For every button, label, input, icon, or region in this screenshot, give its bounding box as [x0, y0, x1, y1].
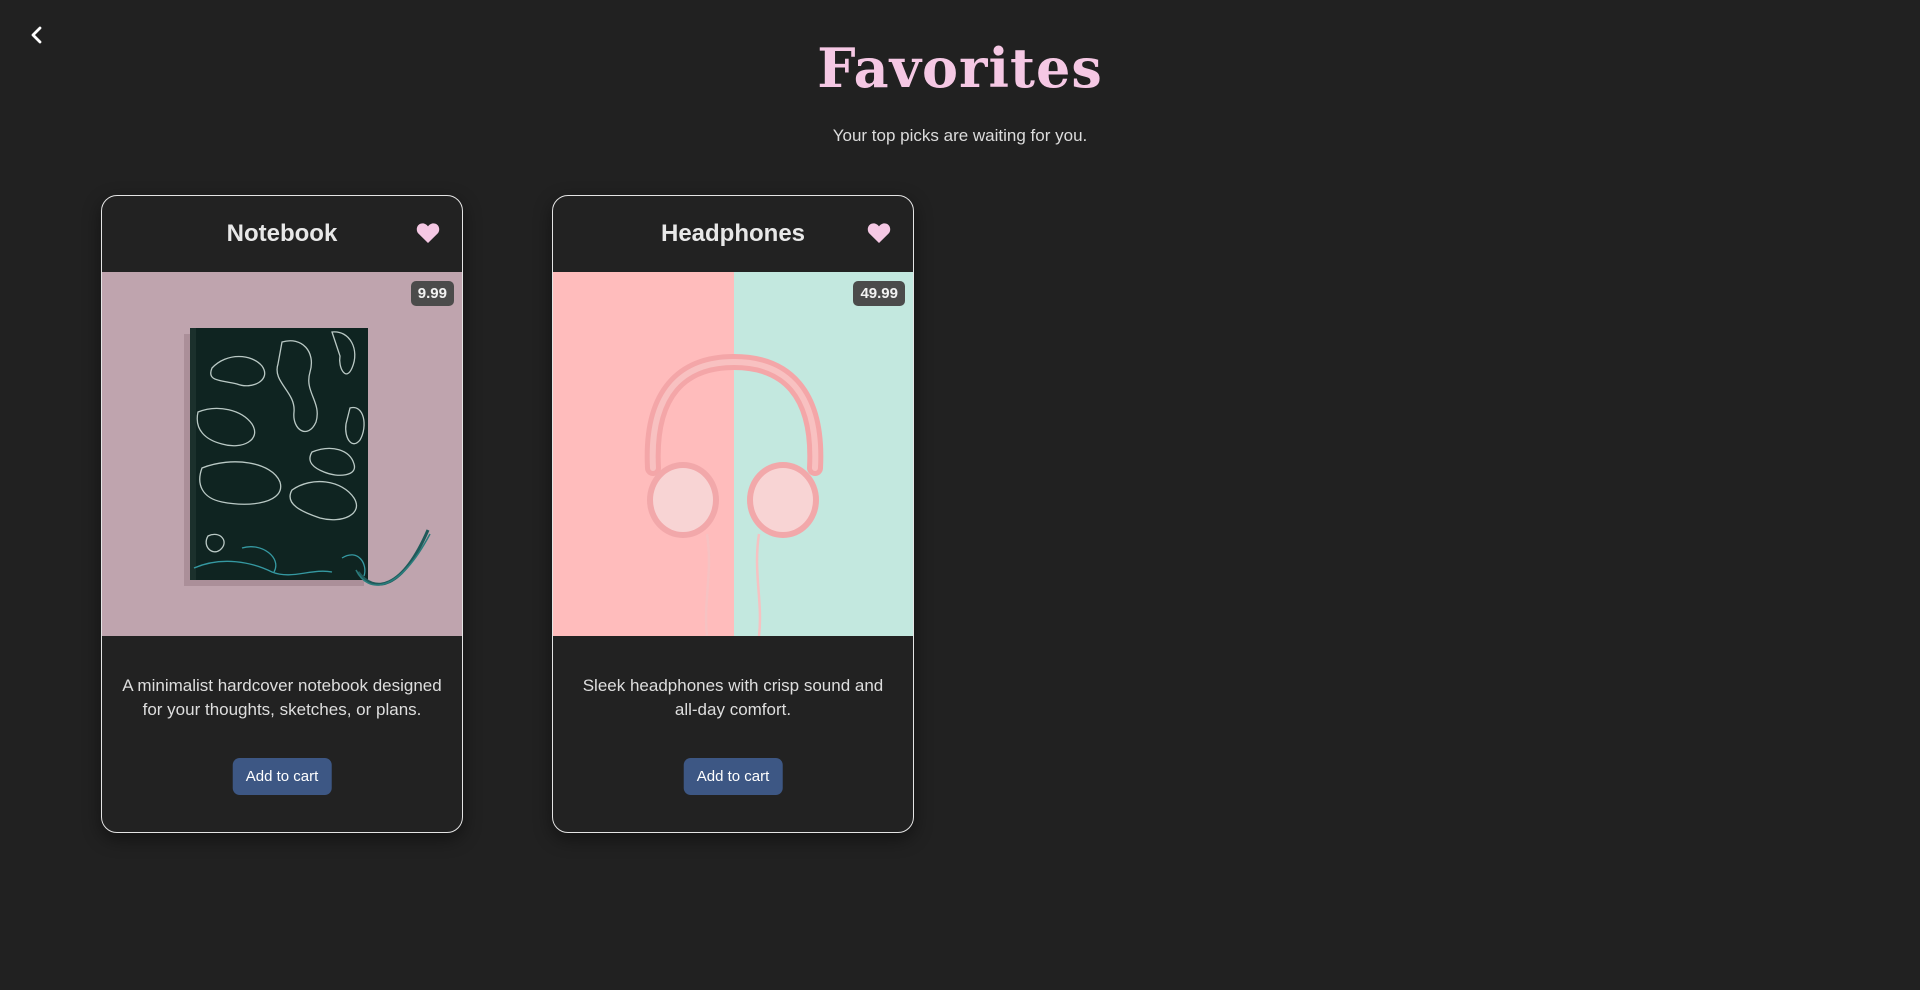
favorite-button[interactable] [416, 222, 440, 244]
product-image-headphones: 49.99 [553, 272, 913, 636]
card-header: Headphones [553, 196, 913, 272]
page-subtitle: Your top picks are waiting for you. [832, 126, 1088, 145]
headphones-photo [553, 272, 913, 636]
heart-icon [416, 223, 440, 243]
product-title: Headphones [660, 220, 806, 247]
product-description: A minimalist hardcover notebook designed… [122, 676, 442, 719]
price-badge: 9.99 [410, 281, 454, 306]
add-to-cart-button[interactable]: Add to cart [232, 758, 332, 795]
page-title: Favorites [817, 36, 1103, 100]
product-image-notebook: 9.99 [102, 272, 462, 636]
card-header: Notebook [102, 196, 462, 272]
product-description: Sleek headphones with crisp sound and al… [582, 676, 884, 719]
product-card-headphones: Headphones 49.99 Sleek headphones with c… [552, 195, 914, 833]
product-card-notebook: Notebook 9.99 A minimalist hardcover not… [101, 195, 463, 833]
favorites-page: Favorites Your top picks are waiting for… [0, 0, 1920, 990]
product-title: Notebook [226, 220, 338, 247]
price-badge: 49.99 [853, 281, 905, 306]
notebook-photo [102, 272, 462, 636]
favorite-button[interactable] [867, 222, 891, 244]
heart-icon [867, 223, 891, 243]
add-to-cart-button[interactable]: Add to cart [683, 758, 783, 795]
